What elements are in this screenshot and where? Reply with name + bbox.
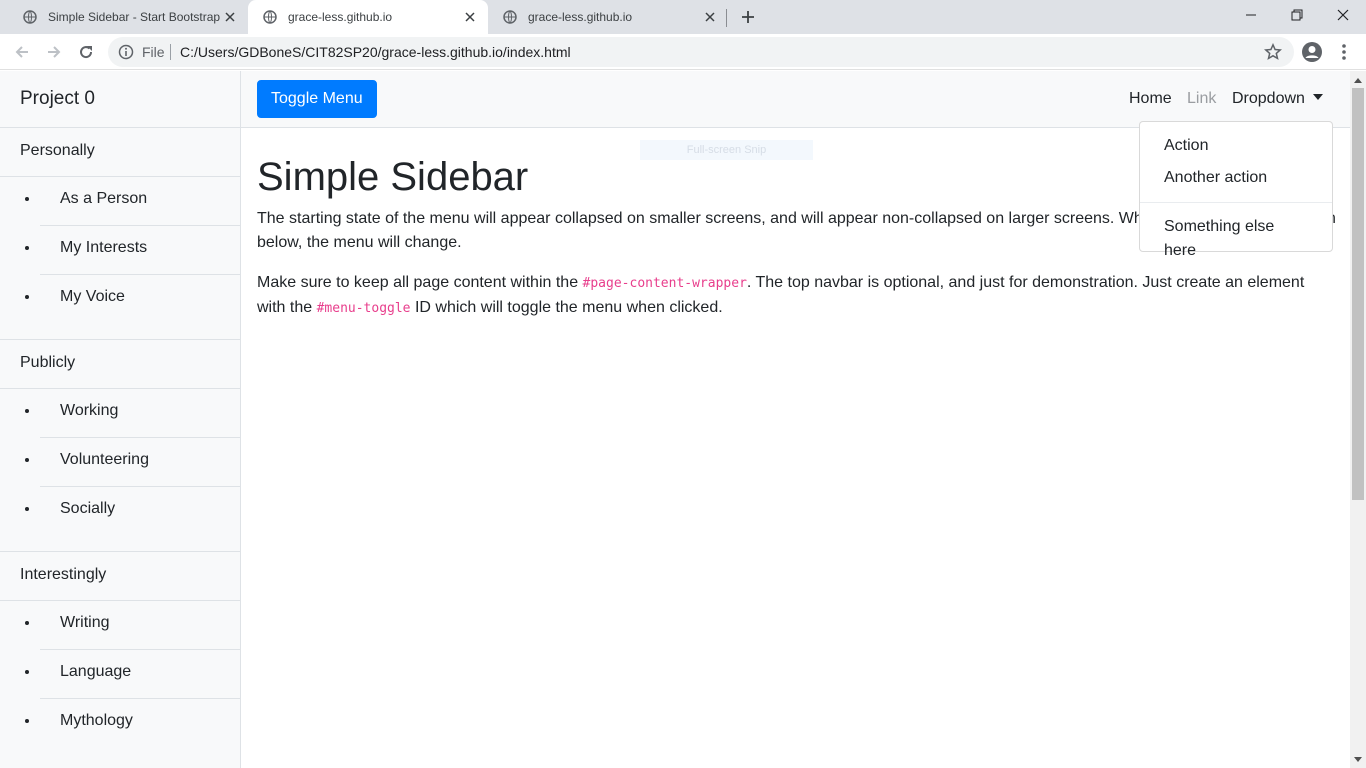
star-icon[interactable] (1263, 42, 1283, 61)
account-icon (1302, 42, 1322, 62)
sidebar-item-my-interests[interactable]: My Interests (40, 226, 240, 275)
tab-title: Simple Sidebar - Start Bootstrap (48, 10, 220, 24)
top-navbar: Toggle Menu Home Link Dropdown (241, 71, 1350, 128)
sidebar-item-language[interactable]: Language (40, 650, 240, 699)
arrow-right-icon (48, 46, 61, 58)
divider (170, 44, 171, 60)
tab-title: grace-less.github.io (288, 10, 393, 24)
sidebar-item-my-voice[interactable]: My Voice (40, 275, 240, 324)
restore-button[interactable] (1274, 0, 1320, 30)
nav-dropdown-label: Dropdown (1232, 90, 1305, 107)
minimize-icon (1246, 14, 1256, 16)
tab-strip: Simple Sidebar - Start Bootstrap grace-l… (0, 0, 1366, 34)
browser-toolbar: File C:/Users/GDBoneS/CIT82SP20/grace-le… (0, 34, 1366, 70)
restore-icon (1291, 9, 1303, 21)
plus-icon (742, 11, 754, 23)
dropdown-item-another-action[interactable]: Another action (1140, 162, 1332, 194)
sidebar-list: Writing Language Mythology (0, 601, 240, 748)
triangle-down-icon (1354, 756, 1362, 762)
page-viewport: Project 0 Personally As a Person My Inte… (0, 71, 1350, 768)
sidebar-list: As a Person My Interests My Voice (0, 177, 240, 324)
code-page-content-wrapper: #page-content-wrapper (582, 276, 747, 291)
menu-button[interactable] (1332, 40, 1356, 64)
sidebar-item-writing[interactable]: Writing (40, 601, 240, 650)
divider (0, 324, 240, 340)
divider (0, 536, 240, 552)
nav-dropdown-toggle[interactable]: Dropdown (1232, 90, 1323, 108)
sidebar-section-interestingly[interactable]: Interestingly (0, 552, 240, 601)
globe-icon (262, 9, 278, 25)
dropdown-divider (1140, 202, 1332, 203)
reload-icon (80, 46, 93, 59)
close-icon[interactable] (702, 9, 718, 25)
globe-icon (502, 9, 518, 25)
sidebar: Project 0 Personally As a Person My Inte… (0, 71, 241, 768)
scroll-up-arrow[interactable] (1350, 71, 1366, 88)
page-content-wrapper: Toggle Menu Home Link Dropdown Full-scre… (241, 71, 1350, 768)
text-segment: Make sure to keep all page content withi… (257, 274, 583, 291)
scroll-down-arrow[interactable] (1350, 751, 1366, 768)
sidebar-item-volunteering[interactable]: Volunteering (40, 438, 240, 487)
tab-simple-sidebar[interactable]: Simple Sidebar - Start Bootstrap (8, 0, 248, 34)
dropdown-item-something-else[interactable]: Something else here (1140, 211, 1332, 259)
sidebar-section-personally[interactable]: Personally (0, 128, 240, 177)
instructions-paragraph: Make sure to keep all page content withi… (257, 271, 1337, 321)
scheme-label: File (142, 44, 165, 60)
reload-button[interactable] (74, 40, 98, 64)
nav-link[interactable]: Link (1187, 90, 1216, 108)
caret-down-icon (1312, 94, 1323, 100)
sidebar-heading[interactable]: Project 0 (0, 71, 240, 128)
dropdown-item-action[interactable]: Action (1140, 130, 1332, 162)
sidebar-item-working[interactable]: Working (40, 389, 240, 438)
close-icon[interactable] (222, 9, 238, 25)
sidebar-item-mythology[interactable]: Mythology (40, 699, 240, 748)
nav-home-link[interactable]: Home (1129, 90, 1172, 108)
scroll-thumb[interactable] (1352, 88, 1364, 500)
arrow-left-icon (15, 46, 28, 58)
sidebar-item-socially[interactable]: Socially (40, 487, 240, 536)
dropdown-menu: Action Another action Something else her… (1139, 121, 1333, 259)
url-text[interactable]: C:/Users/GDBoneS/CIT82SP20/grace-less.gi… (180, 44, 571, 60)
back-button[interactable] (10, 40, 34, 64)
forward-button[interactable] (42, 40, 66, 64)
profile-button[interactable] (1300, 40, 1324, 64)
text-segment: ID which will toggle the menu when click… (410, 299, 723, 316)
address-bar[interactable]: File C:/Users/GDBoneS/CIT82SP20/grace-le… (108, 37, 1294, 67)
close-window-button[interactable] (1320, 0, 1366, 30)
code-menu-toggle: #menu-toggle (316, 301, 411, 316)
new-tab-button[interactable] (736, 5, 760, 29)
vertical-scrollbar[interactable] (1350, 71, 1366, 768)
tab-grace-less[interactable]: grace-less.github.io (488, 0, 728, 34)
sidebar-list: Working Volunteering Socially (0, 389, 240, 536)
close-icon[interactable] (462, 9, 478, 25)
close-icon (1337, 9, 1349, 21)
info-icon[interactable] (118, 44, 134, 60)
globe-icon (22, 9, 38, 25)
toggle-menu-button[interactable]: Toggle Menu (257, 80, 377, 118)
tab-title: grace-less.github.io (528, 10, 633, 24)
tab-separator (726, 9, 727, 27)
sidebar-item-as-a-person[interactable]: As a Person (40, 177, 240, 226)
more-vert-icon (1342, 44, 1346, 60)
triangle-up-icon (1354, 77, 1362, 83)
tab-grace-less-active[interactable]: grace-less.github.io (248, 0, 488, 34)
minimize-button[interactable] (1228, 0, 1274, 30)
sidebar-section-publicly[interactable]: Publicly (0, 340, 240, 389)
